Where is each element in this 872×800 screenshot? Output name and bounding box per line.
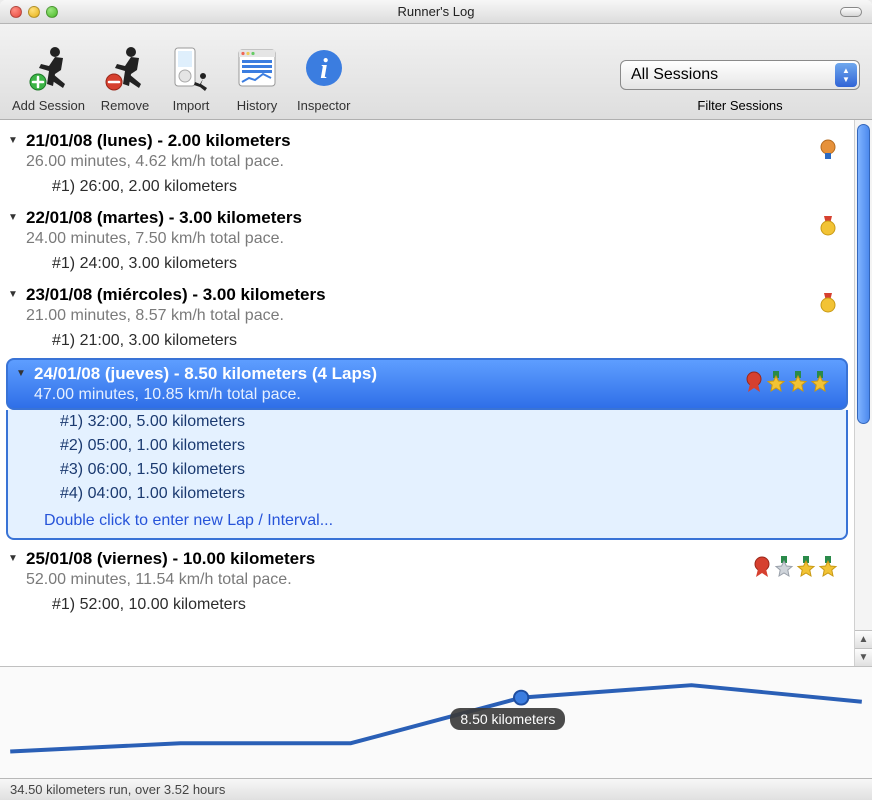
lap-row[interactable]: #2) 05:00, 1.00 kilometers	[8, 434, 846, 458]
star-gold-icon	[788, 370, 808, 397]
star-gold-icon	[766, 370, 786, 397]
session-medals	[818, 208, 838, 241]
sessions-list: ▼ 21/01/08 (lunes) - 2.00 kilometers 26.00…	[0, 120, 854, 666]
minimize-window-button[interactable]	[28, 6, 40, 18]
red-ribbon-icon	[752, 555, 772, 582]
import-icon	[165, 42, 217, 94]
session-subtitle: 47.00 minutes, 10.85 km/h total pace.	[34, 386, 744, 404]
session-title: 23/01/08 (miércoles) - 3.00 kilometers	[26, 285, 818, 305]
red-ribbon-icon	[744, 370, 764, 397]
disclosure-triangle-icon[interactable]: ▼	[4, 549, 22, 564]
lap-row[interactable]: #1) 52:00, 10.00 kilometers	[0, 593, 854, 617]
gold-ribbon-icon	[818, 291, 838, 318]
history-label: History	[237, 98, 277, 113]
window-title: Runner's Log	[0, 4, 872, 19]
scrollbar-vertical[interactable]: ▲ ▼	[854, 120, 872, 666]
new-lap-hint[interactable]: Double click to enter new Lap / Interval…	[8, 506, 846, 538]
status-text: 34.50 kilometers run, over 3.52 hours	[10, 782, 225, 797]
star-gold-icon	[810, 370, 830, 397]
import-button[interactable]: Import	[165, 42, 217, 113]
session-title: 22/01/08 (martes) - 3.00 kilometers	[26, 208, 818, 228]
session-medals	[818, 285, 838, 318]
session-title: 21/01/08 (lunes) - 2.00 kilometers	[26, 131, 818, 151]
star-gold-icon	[796, 555, 816, 582]
session-row[interactable]: ▼ 21/01/08 (lunes) - 2.00 kilometers 26.00…	[0, 124, 854, 201]
session-title: 24/01/08 (jueves) - 8.50 kilometers (4 L…	[34, 364, 744, 384]
session-subtitle: 26.00 minutes, 4.62 km/h total pace.	[26, 153, 818, 171]
remove-session-button[interactable]: Remove	[99, 42, 151, 113]
session-subtitle: 24.00 minutes, 7.50 km/h total pace.	[26, 230, 818, 248]
filter-selected-value: All Sessions	[631, 66, 718, 84]
toolbar: Add Session Remove	[0, 24, 872, 120]
session-medals	[752, 549, 838, 582]
inspector-icon: i	[298, 42, 350, 94]
filter-sessions-select[interactable]: All Sessions ▲▼	[620, 60, 860, 90]
lap-row[interactable]: #3) 06:00, 1.50 kilometers	[8, 458, 846, 482]
disclosure-triangle-icon[interactable]: ▼	[4, 285, 22, 300]
distance-chart: 8.50 kilometers	[0, 666, 872, 778]
lap-row[interactable]: #1) 21:00, 3.00 kilometers	[0, 329, 854, 353]
inspector-button[interactable]: i Inspector	[297, 42, 350, 113]
session-subtitle: 21.00 minutes, 8.57 km/h total pace.	[26, 307, 818, 325]
filter-sessions-label: Filter Sessions	[697, 98, 782, 113]
zoom-window-button[interactable]	[46, 6, 58, 18]
lap-row[interactable]: #1) 26:00, 2.00 kilometers	[0, 175, 854, 199]
session-row[interactable]: ▼ 25/01/08 (viernes) - 10.00 kilometers 52…	[0, 542, 854, 619]
session-row[interactable]: ▼ 22/01/08 (martes) - 3.00 kilometers 24.0…	[0, 201, 854, 278]
titlebar: Runner's Log	[0, 0, 872, 24]
status-bar: 34.50 kilometers run, over 3.52 hours	[0, 778, 872, 800]
star-silver-icon	[774, 555, 794, 582]
scroll-up-button[interactable]: ▲	[855, 630, 872, 648]
lap-row[interactable]: #1) 32:00, 5.00 kilometers	[8, 410, 846, 434]
bronze-icon	[818, 137, 838, 164]
import-label: Import	[173, 98, 210, 113]
session-medals	[744, 364, 830, 397]
gold-ribbon-icon	[818, 214, 838, 241]
scroll-down-button[interactable]: ▼	[855, 648, 872, 666]
session-row[interactable]: ▼ 24/01/08 (jueves) - 8.50 kilometers (4 …	[0, 355, 854, 542]
disclosure-triangle-icon[interactable]: ▼	[4, 208, 22, 223]
history-icon	[231, 42, 283, 94]
inspector-label: Inspector	[297, 98, 350, 113]
close-window-button[interactable]	[10, 6, 22, 18]
toolbar-toggle-button[interactable]	[840, 7, 862, 17]
disclosure-triangle-icon[interactable]: ▼	[4, 131, 22, 146]
add-session-icon	[23, 42, 75, 94]
add-session-label: Add Session	[12, 98, 85, 113]
session-medals	[818, 131, 838, 164]
lap-row[interactable]: #4) 04:00, 1.00 kilometers	[8, 482, 846, 506]
remove-session-label: Remove	[101, 98, 149, 113]
select-arrows-icon: ▲▼	[835, 63, 857, 87]
svg-text:i: i	[320, 54, 328, 85]
lap-row[interactable]: #1) 24:00, 3.00 kilometers	[0, 252, 854, 276]
scrollbar-thumb[interactable]	[857, 124, 870, 424]
star-gold-icon	[818, 555, 838, 582]
disclosure-triangle-icon[interactable]: ▼	[12, 364, 30, 379]
session-row[interactable]: ▼ 23/01/08 (miércoles) - 3.00 kilometers 2…	[0, 278, 854, 355]
history-button[interactable]: History	[231, 42, 283, 113]
session-title: 25/01/08 (viernes) - 10.00 kilometers	[26, 549, 752, 569]
session-subtitle: 52.00 minutes, 11.54 km/h total pace.	[26, 571, 752, 589]
remove-session-icon	[99, 42, 151, 94]
add-session-button[interactable]: Add Session	[12, 42, 85, 113]
